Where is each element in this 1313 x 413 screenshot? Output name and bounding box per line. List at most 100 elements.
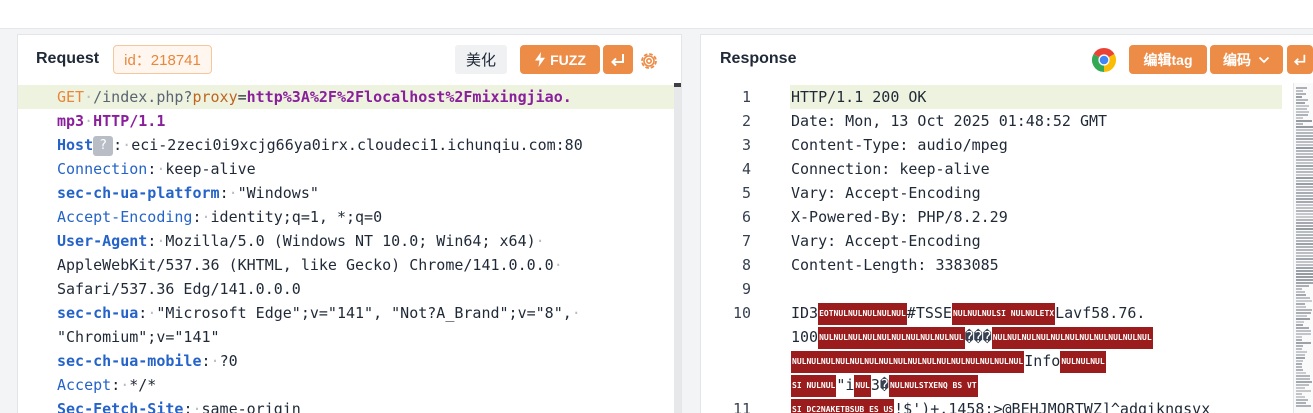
encode-dropdown[interactable]: 编码: [1210, 45, 1283, 74]
request-title: Request: [36, 50, 100, 67]
minimap-line: [1296, 183, 1313, 185]
minimap-line: [1296, 249, 1313, 251]
minimap-line: [1296, 201, 1313, 203]
control-char-token: NULNULNUL: [1060, 350, 1106, 373]
request-line-1-wrap: mp3·HTTP/1.1: [57, 112, 166, 130]
request-scrollbar[interactable]: [674, 83, 681, 413]
minimap-line: [1296, 171, 1313, 173]
line-number: 5: [741, 184, 751, 202]
minimap-line: [1296, 288, 1302, 290]
minimap-line: [1296, 114, 1308, 116]
mobile-header-line: sec-ch-ua-mobile:·?0: [57, 352, 238, 370]
line-number: 6: [741, 208, 751, 226]
minimap-line: [1296, 237, 1313, 239]
fuzz-button[interactable]: FUZZ: [520, 45, 600, 74]
minimap-line: [1296, 180, 1313, 182]
gear-icon[interactable]: [638, 50, 660, 72]
minimap-line: [1296, 168, 1313, 170]
minimap-line: [1296, 120, 1312, 122]
line-number: 7: [741, 232, 751, 250]
minimap-line: [1296, 213, 1313, 215]
control-char-token: NULNULNULNULNULNULNULNULNULNULNUL: [991, 326, 1153, 349]
minimap-line: [1296, 126, 1313, 128]
enter-icon: [1293, 54, 1306, 65]
response-panel: Response 编辑tag 编码 1 2 3 4 5 6 7 8 9 10 1…: [700, 34, 1313, 413]
minimap-line: [1296, 336, 1302, 338]
response-title: Response: [720, 50, 797, 67]
minimap-line: [1296, 198, 1313, 200]
minimap-line: [1296, 318, 1310, 320]
minimap-line: [1296, 162, 1313, 164]
minimap-line: [1296, 297, 1310, 299]
minimap-line: [1296, 102, 1305, 104]
minimap-line: [1296, 360, 1303, 362]
chrome-icon[interactable]: [1091, 47, 1117, 73]
minimap-line: [1296, 174, 1313, 176]
minimap-line: [1296, 150, 1313, 152]
minimap-line: [1296, 228, 1313, 230]
replacement-chars: ���: [964, 328, 992, 346]
control-char-token: NULNULSTXENQ BS VT: [888, 374, 978, 397]
minimap-line: [1296, 105, 1309, 107]
minimap-line: [1296, 216, 1313, 218]
line-number: 10: [732, 304, 751, 322]
edit-tag-button[interactable]: 编辑tag: [1129, 45, 1207, 74]
request-panel: Request id：218741 美化 FUZZ GET·/index.php…: [17, 34, 682, 413]
request-id-badge[interactable]: id：218741: [113, 44, 212, 74]
control-char-token: SI DC2NAKETBSUB ES US: [791, 398, 895, 413]
line-number: 3: [741, 136, 751, 154]
minimap-line: [1296, 204, 1313, 206]
send-enter-button[interactable]: [603, 45, 633, 74]
minimap-line: [1296, 276, 1313, 278]
minimap-line: [1296, 375, 1310, 377]
vary-header-line: Vary: Accept-Encoding: [791, 184, 981, 202]
response-editor[interactable]: 1 2 3 4 5 6 7 8 9 10 11 HTTP/1.1 200 OK …: [701, 83, 1313, 413]
minimap-line: [1296, 267, 1313, 269]
chevron-down-icon: [1258, 56, 1270, 63]
minimap-line: [1296, 93, 1306, 95]
control-char-token: EOTNULNULNULNULNUL: [818, 302, 907, 325]
response-minimap[interactable]: [1293, 83, 1313, 413]
minimap-line: [1296, 285, 1309, 287]
beautify-button[interactable]: 美化: [455, 45, 508, 74]
minimap-line: [1296, 354, 1305, 356]
control-char-token: NULNULNULSI NULNULETX: [951, 302, 1056, 325]
accept-header-line: Accept:·*/*: [57, 376, 157, 394]
connection-header-line: Connection: keep-alive: [791, 160, 990, 178]
line-number: 2: [741, 112, 751, 130]
user-agent-header-line: User-Agent:·Mozilla/5.0 (Windows NT 10.0…: [57, 232, 545, 250]
connection-header-line: Connection:·keep-alive: [57, 160, 256, 178]
minimap-line: [1296, 291, 1305, 293]
minimap-line: [1296, 270, 1313, 272]
minimap-line: [1296, 108, 1307, 110]
minimap-line: [1296, 333, 1311, 335]
minimap-line: [1296, 402, 1306, 404]
response-enter-button[interactable]: [1287, 45, 1313, 74]
minimap-line: [1296, 279, 1313, 281]
response-status-line: HTTP/1.1 200 OK: [791, 88, 927, 106]
line-number: 1: [741, 88, 751, 106]
minimap-line: [1296, 87, 1307, 89]
minimap-line: [1296, 240, 1313, 242]
minimap-line: [1296, 132, 1313, 134]
minimap-line: [1296, 348, 1302, 350]
request-editor[interactable]: GET·/index.php?proxy=http%3A%2F%2Flocalh…: [18, 83, 681, 413]
encoding-header-line: Accept-Encoding:·identity;q=1, *;q=0: [57, 208, 383, 226]
minimap-line: [1296, 399, 1308, 401]
request-scrollbar-thumb[interactable]: [674, 83, 681, 87]
line-number: 8: [741, 256, 751, 274]
replacement-chars: �: [879, 376, 889, 394]
minimap-line: [1296, 222, 1313, 224]
minimap-line: [1296, 192, 1313, 194]
host-help-icon[interactable]: ?: [93, 135, 114, 156]
lightning-icon: [535, 52, 546, 67]
minimap-line: [1296, 264, 1313, 266]
minimap-line: [1296, 189, 1313, 191]
minimap-line: [1296, 303, 1305, 305]
line-number: 4: [741, 160, 751, 178]
minimap-line: [1296, 147, 1313, 149]
encode-label: 编码: [1223, 51, 1251, 68]
minimap-line: [1296, 138, 1313, 140]
minimap-line: [1296, 387, 1305, 389]
minimap-line: [1296, 282, 1313, 284]
